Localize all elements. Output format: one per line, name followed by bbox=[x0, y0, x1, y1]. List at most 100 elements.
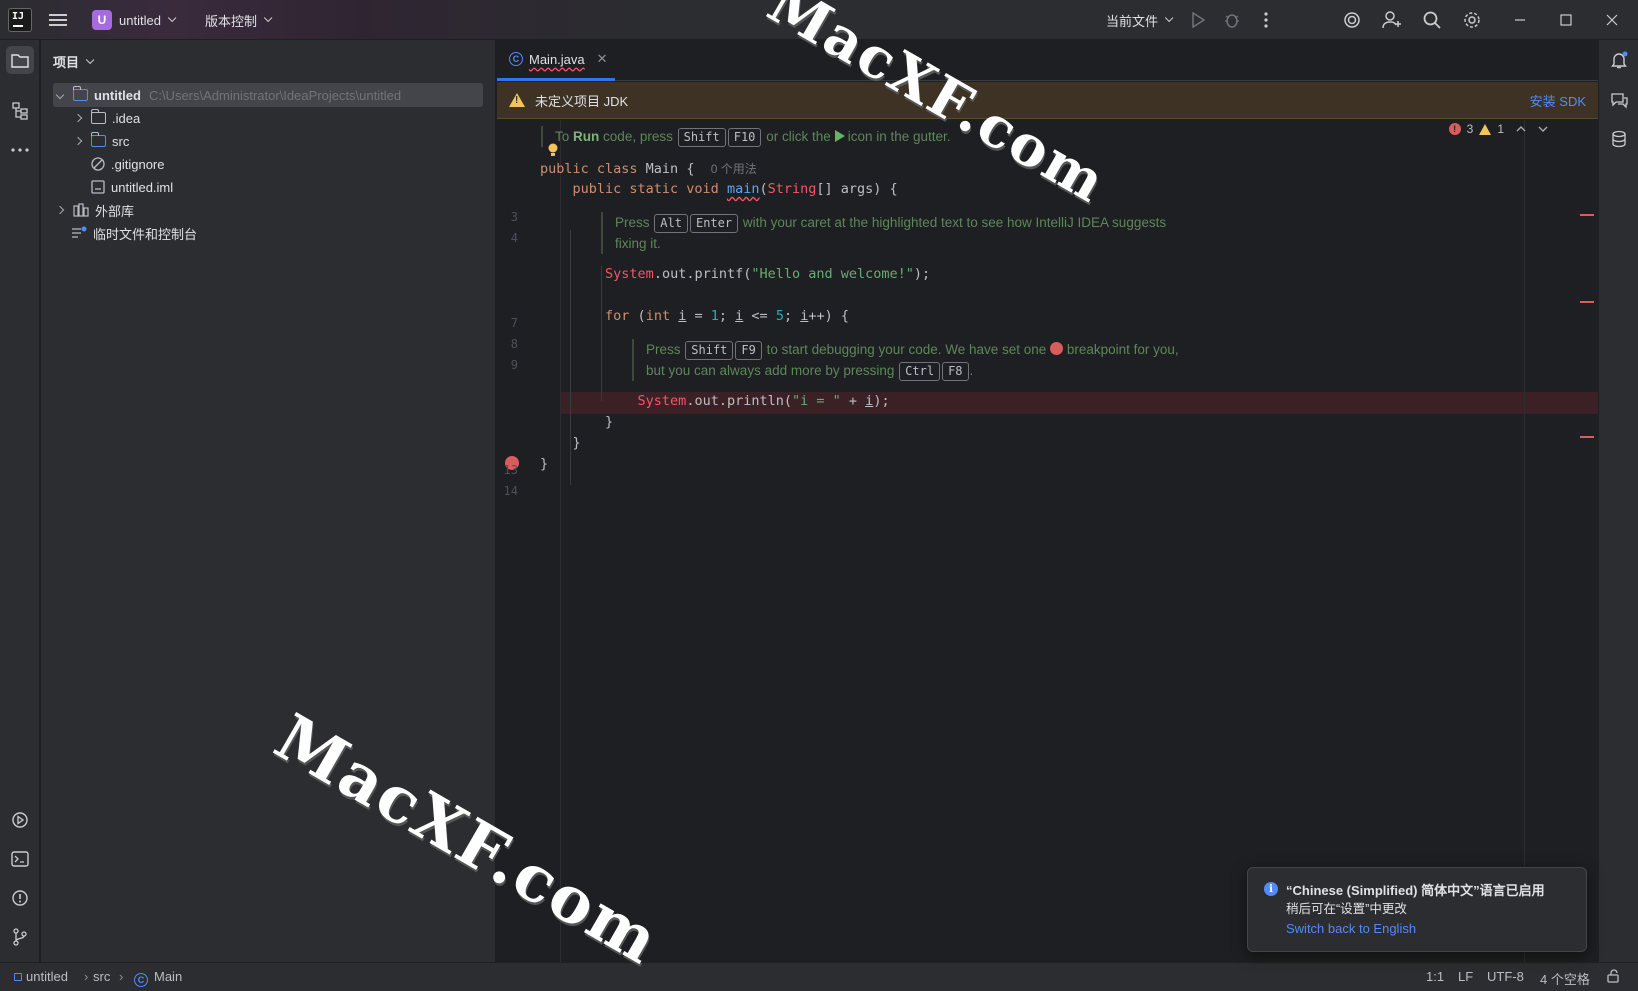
code-line-7[interactable]: System.out.printf("Hello and welcome!"); bbox=[540, 266, 930, 282]
tree-item-gitignore[interactable]: .gitignore bbox=[91, 152, 164, 176]
line-separator[interactable]: LF bbox=[1458, 969, 1473, 984]
git-branch-icon[interactable] bbox=[6, 923, 34, 951]
project-switcher[interactable]: U untitled bbox=[92, 0, 177, 40]
tree-item-label: .idea bbox=[112, 110, 141, 126]
vcs-menu[interactable]: 版本控制 bbox=[205, 0, 273, 40]
line-number: 4 bbox=[510, 231, 518, 245]
scrollbar-error-mark[interactable] bbox=[1580, 214, 1594, 216]
code-line-4[interactable]: public static void main(String[] args) { bbox=[540, 181, 898, 197]
project-panel: 项目 untitled C:\Users\Administrator\IdeaP… bbox=[41, 40, 496, 962]
tree-item-label: 外部库 bbox=[95, 203, 135, 219]
structure-icon[interactable] bbox=[6, 97, 34, 125]
chevron-down-icon bbox=[85, 55, 95, 64]
notification-body: 稍后可在“设置”中更改 bbox=[1286, 902, 1407, 916]
maximize-icon[interactable] bbox=[1554, 8, 1578, 32]
scrollbar-error-mark[interactable] bbox=[1580, 301, 1594, 303]
editor-tab-bar: C Main.java ✕ bbox=[497, 40, 1598, 81]
doc-comment-run: To Run code, press Shift F10 or click the… bbox=[541, 126, 951, 147]
chevron-right-icon[interactable] bbox=[71, 134, 85, 148]
line-number: 9 bbox=[510, 358, 518, 372]
chevron-up-icon[interactable] bbox=[1516, 122, 1526, 136]
library-icon bbox=[73, 203, 89, 217]
project-panel-header[interactable]: 项目 bbox=[53, 52, 95, 71]
tree-item-idea[interactable]: .idea bbox=[71, 106, 140, 130]
lightbulb-icon[interactable] bbox=[547, 142, 559, 158]
project-folder-icon[interactable] bbox=[6, 46, 34, 74]
key-alt: Alt bbox=[654, 214, 688, 233]
run-config-selector[interactable]: 当前文件 bbox=[1106, 0, 1174, 40]
chevron-right-icon[interactable] bbox=[53, 203, 67, 217]
key-f10: F10 bbox=[727, 128, 762, 147]
chevron-down-icon[interactable] bbox=[1538, 122, 1548, 136]
chevron-down-icon bbox=[167, 13, 177, 23]
key-f9: F9 bbox=[735, 341, 762, 360]
run-config-label: 当前文件 bbox=[1106, 13, 1159, 29]
services-run-icon[interactable] bbox=[6, 806, 34, 834]
line-number: 8 bbox=[510, 337, 518, 351]
code-line-3[interactable]: public class Main { 0 个用法 bbox=[540, 160, 757, 177]
problems-icon[interactable] bbox=[6, 884, 34, 912]
notifications-bell-icon[interactable] bbox=[1605, 46, 1633, 74]
line-number: 3 bbox=[510, 210, 518, 224]
debug-icon[interactable] bbox=[1220, 8, 1244, 32]
main-menu-icon[interactable] bbox=[46, 8, 70, 32]
indent-setting[interactable]: 4 个空格 bbox=[1540, 969, 1590, 988]
tree-item-scratches[interactable]: 临时文件和控制台 bbox=[71, 221, 197, 245]
ai-assistant-icon[interactable] bbox=[1340, 8, 1364, 32]
more-tools-icon[interactable] bbox=[6, 136, 34, 164]
code-line-13[interactable]: } bbox=[540, 414, 613, 430]
close-window-icon[interactable] bbox=[1600, 8, 1624, 32]
breadcrumb-project[interactable]: untitled bbox=[14, 969, 68, 984]
minimize-icon[interactable] bbox=[1508, 8, 1532, 32]
caret-position[interactable]: 1:1 bbox=[1426, 969, 1444, 984]
close-tab-icon[interactable]: ✕ bbox=[597, 51, 608, 67]
search-icon[interactable] bbox=[1420, 8, 1444, 32]
breadcrumb-separator: › bbox=[84, 969, 89, 984]
intellij-logo-icon[interactable]: IJ bbox=[8, 8, 32, 32]
root-path: C:\Users\Administrator\IdeaProjects\unti… bbox=[148, 87, 402, 103]
add-user-icon[interactable] bbox=[1380, 8, 1404, 32]
project-badge: U bbox=[92, 10, 112, 30]
java-class-icon: C bbox=[509, 52, 523, 66]
code-line-breakpoint[interactable]: System.out.println("i = " + i); bbox=[540, 393, 890, 409]
warning-icon bbox=[1479, 123, 1492, 135]
file-encoding[interactable]: UTF-8 bbox=[1487, 969, 1524, 984]
scrollbar-error-mark[interactable] bbox=[1580, 436, 1594, 438]
ai-chat-icon[interactable] bbox=[1605, 86, 1633, 114]
tree-item-src[interactable]: src bbox=[71, 129, 129, 153]
code-line-9[interactable]: for (int i = 1; i <= 5; i++) { bbox=[540, 308, 849, 324]
breadcrumb-src[interactable]: src bbox=[93, 969, 110, 984]
key-ctrl: Ctrl bbox=[899, 362, 941, 381]
switch-english-link[interactable]: Switch back to English bbox=[1286, 921, 1416, 936]
tab-main-java[interactable]: C Main.java ✕ bbox=[497, 40, 615, 81]
line-gutter[interactable]: 3 4 7 8 9 13 14 bbox=[497, 120, 561, 962]
tree-item-iml[interactable]: untitled.iml bbox=[91, 175, 173, 199]
run-icon[interactable] bbox=[1186, 8, 1210, 32]
database-icon[interactable] bbox=[1605, 125, 1633, 153]
code-line-15[interactable]: } bbox=[540, 456, 548, 472]
tree-item-label: untitled.iml bbox=[111, 179, 174, 195]
breadcrumb-separator: › bbox=[119, 969, 124, 984]
chevron-down-icon[interactable] bbox=[53, 88, 67, 102]
breadcrumb-main[interactable]: C Main bbox=[134, 969, 182, 987]
inspection-widget[interactable]: ! 3 1 bbox=[1448, 122, 1548, 136]
read-only-lock-icon[interactable] bbox=[1606, 969, 1620, 986]
info-icon: i bbox=[1264, 882, 1278, 896]
run-gutter-icon bbox=[834, 130, 845, 142]
chevron-down-icon bbox=[263, 13, 273, 23]
tab-label: Main.java bbox=[529, 51, 585, 67]
editor-area: C Main.java ✕ 未定义项目 JDK 安装 SDK 3 4 7 8 9… bbox=[497, 40, 1598, 962]
install-sdk-link[interactable]: 安装 SDK bbox=[1530, 91, 1586, 110]
indent-guide bbox=[601, 266, 602, 401]
tree-item-external-libraries[interactable]: 外部库 bbox=[53, 198, 134, 222]
settings-gear-icon[interactable] bbox=[1460, 8, 1484, 32]
tree-root-untitled[interactable]: untitled C:\Users\Administrator\IdeaProj… bbox=[53, 83, 483, 107]
scratches-icon bbox=[72, 226, 87, 238]
more-actions-icon[interactable] bbox=[1254, 8, 1278, 32]
terminal-icon[interactable] bbox=[6, 845, 34, 873]
language-notification: i “Chinese (Simplified) 简体中文”语言已启用 稍后可在“… bbox=[1247, 867, 1587, 952]
root-name: untitled bbox=[94, 87, 141, 103]
chevron-right-icon[interactable] bbox=[71, 111, 85, 125]
tree-item-label: 临时文件和控制台 bbox=[93, 226, 198, 242]
code-line-14[interactable]: } bbox=[540, 435, 581, 451]
